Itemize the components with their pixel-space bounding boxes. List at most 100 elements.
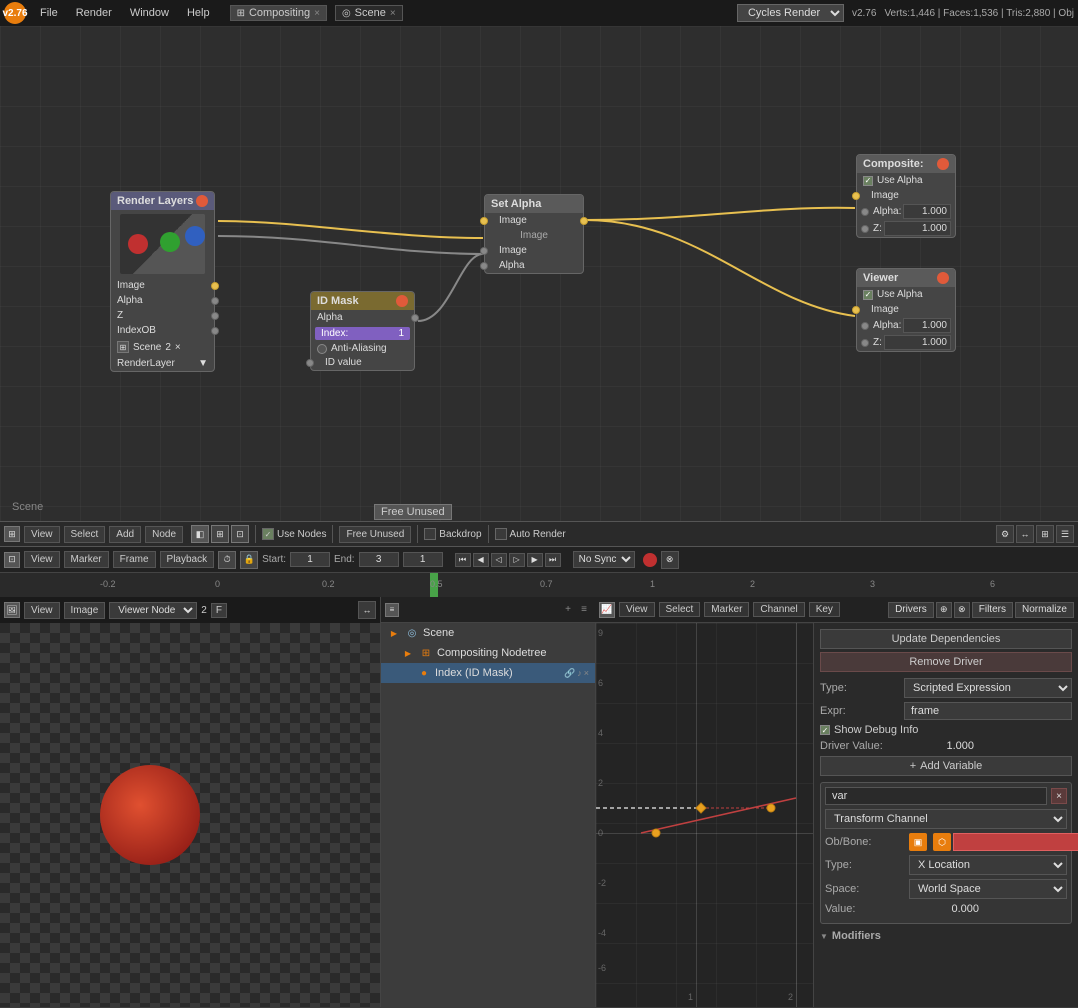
graph-view-btn[interactable]: View [619,602,655,617]
render-engine-dropdown[interactable]: Cycles Render [737,4,844,22]
use-nodes-toggle[interactable]: ✓ Use Nodes [262,528,326,540]
record-btn[interactable] [643,553,657,567]
index-badge[interactable]: Index: 1 [315,327,410,340]
graph-marker-btn[interactable]: Marker [704,602,749,617]
graph-icon2[interactable]: ⊗ [954,602,970,618]
driver-audio-icon[interactable]: ♪ [577,668,582,679]
menu-window[interactable]: Window [122,5,177,21]
current-frame-field[interactable]: 1 [403,552,443,567]
backdrop-toggle[interactable]: Backdrop [424,528,481,540]
play-btn[interactable]: ▷ [509,553,525,567]
scene-tree-options[interactable]: ≡ [577,603,591,617]
viewer-icon1[interactable]: ↔ [358,601,376,619]
timeline-view[interactable]: View [24,551,60,568]
scene-tree-icon[interactable]: ≡ [385,603,399,617]
tab-scene[interactable]: ◎ Scene × [335,5,403,21]
driver-x-icon[interactable]: × [584,668,589,679]
var-delete-btn[interactable]: × [1051,788,1067,804]
use-nodes-checkbox[interactable]: ✓ [262,528,274,540]
graph-editor-icon[interactable]: 📈 [599,602,615,618]
timeline-icon[interactable]: ⊡ [4,552,20,568]
transform-channel-select[interactable]: Transform Channel [825,809,1067,829]
tab-compositing[interactable]: ⊞ Compositing × [230,5,327,21]
drivers-btn[interactable]: Drivers [888,602,934,618]
tree-compositing-nodetree[interactable]: ▶ ⊞ Compositing Nodetree [381,643,595,663]
type-select[interactable]: Scripted Expression [904,678,1072,698]
editor-btn1[interactable]: ◧ [191,525,209,543]
node-render-layers-close[interactable] [196,195,208,207]
timeline-playback[interactable]: Playback [160,551,215,568]
debug-checkbox-box[interactable]: ✓ [820,725,830,735]
sync-icon[interactable]: 🔒 [240,551,258,569]
filters-btn[interactable]: Filters [972,602,1013,618]
graph-channel-btn[interactable]: Channel [753,602,804,617]
prev-frame-btn[interactable]: ◀ [473,553,489,567]
menu-file[interactable]: File [32,5,66,21]
graph-editor-area[interactable]: 9 6 4 2 0 -2 -4 -6 1 2 [595,623,813,1007]
timeline-marker[interactable]: Marker [64,551,109,568]
graph-icon1[interactable]: ⊕ [936,602,952,618]
toolbar-icon4[interactable]: ☰ [1056,525,1074,543]
node-render-layers[interactable]: Render Layers Image Alpha Z IndexOB [110,191,215,372]
keyframe-icon[interactable]: ⊗ [661,551,679,569]
add-menu[interactable]: Add [109,526,141,543]
start-field[interactable]: 1 [290,552,330,567]
toolbar-icon3[interactable]: ⊞ [1036,525,1054,543]
viewer-z-value[interactable]: 1.000 [884,335,951,350]
select-menu[interactable]: Select [64,526,106,543]
viewer-alpha-value[interactable]: 1.000 [903,318,951,333]
remove-driver-btn[interactable]: Remove Driver [820,652,1072,672]
var-name-input[interactable]: var [825,787,1047,805]
viewer-view-btn[interactable]: View [24,602,60,619]
node-id-mask-close[interactable] [396,295,408,307]
next-frame-btn[interactable]: ▶ [527,553,543,567]
viewer-node-select[interactable]: Viewer Node [109,602,197,619]
space-select[interactable]: World Space [909,879,1067,899]
use-alpha-checkbox[interactable]: ✓ [863,176,873,186]
driver-link-icon[interactable]: 🔗 [564,668,575,679]
end-field[interactable]: 3 [359,552,399,567]
node-editor-icon[interactable]: ⊞ [4,526,20,542]
auto-render-checkbox[interactable] [495,528,507,540]
node-editor[interactable]: Render Layers Image Alpha Z IndexOB [0,26,1078,521]
add-variable-btn[interactable]: + Add Variable [820,756,1072,776]
jump-end-btn[interactable]: ⏭ [545,553,561,567]
auto-render-toggle[interactable]: Auto Render [495,528,566,540]
node-set-alpha[interactable]: Set Alpha Image Image Image Alpha [484,194,584,274]
viewer-editor-icon[interactable]: 🖼 [4,602,20,618]
node-viewer-close[interactable] [937,272,949,284]
composite-alpha-value[interactable]: 1.000 [903,204,951,219]
composite-z-value[interactable]: 1.000 [884,221,951,236]
graph-canvas[interactable]: 9 6 4 2 0 -2 -4 -6 1 2 [596,623,813,1007]
toolbar-icon1[interactable]: ⚙ [996,525,1014,543]
f-badge[interactable]: F [211,603,227,618]
backdrop-checkbox[interactable] [424,528,436,540]
free-unused-btn[interactable]: Free Unused [339,526,411,543]
type2-select[interactable]: X Location [909,855,1067,875]
jump-start-btn[interactable]: ⏮ [455,553,471,567]
expr-input[interactable]: frame [904,702,1072,720]
viewer-use-alpha-checkbox[interactable]: ✓ [863,290,873,300]
update-dependencies-btn[interactable]: Update Dependencies [820,629,1072,649]
menu-help[interactable]: Help [179,5,218,21]
menu-render[interactable]: Render [68,5,120,21]
sync-dropdown[interactable]: No Sync [573,551,635,568]
editor-btn3[interactable]: ⊡ [231,525,249,543]
node-viewer[interactable]: Viewer ✓ Use Alpha Image Alpha: 1.000 Z:… [856,268,956,352]
node-composite[interactable]: Composite: ✓ Use Alpha Image Alpha: 1.00… [856,154,956,238]
show-debug-checkbox[interactable]: ✓ Show Debug Info [820,724,918,736]
graph-key-btn[interactable]: Key [809,602,840,617]
node-menu[interactable]: Node [145,526,183,543]
tree-index-id-mask[interactable]: ● Index (ID Mask) 🔗 ♪ × [381,663,595,683]
normalize-btn[interactable]: Normalize [1015,602,1074,618]
node-composite-close[interactable] [937,158,949,170]
view-menu[interactable]: View [24,526,60,543]
play-reverse-btn[interactable]: ◁ [491,553,507,567]
modifiers-header[interactable]: ▼ Modifiers [820,930,1072,942]
timeline-frame[interactable]: Frame [113,551,156,568]
bone-name-input[interactable] [953,833,1078,851]
timeline-ruler[interactable]: -0.2 0 0.2 0.5 0.7 1 2 3 6 [0,573,1078,597]
viewer-image-btn[interactable]: Image [64,602,106,619]
scene-tree-add[interactable]: + [561,603,575,617]
anti-aliasing-checkbox[interactable] [317,344,327,354]
